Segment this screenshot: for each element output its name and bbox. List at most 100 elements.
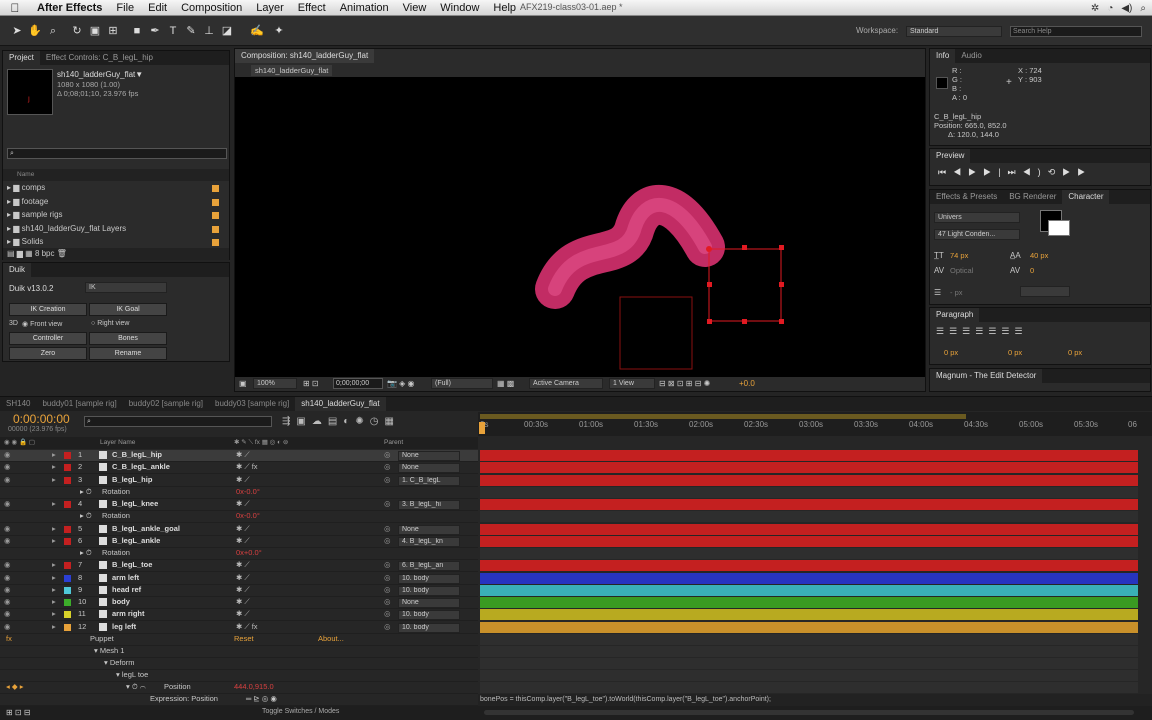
switches-icon[interactable]: ✱ ⟋ (236, 475, 250, 485)
pickwhip-icon[interactable]: ◎ (384, 536, 391, 545)
list-item[interactable]: ▸ ▆ sample rigs (3, 209, 229, 221)
expand-arrow-icon[interactable]: ▸ (52, 573, 56, 582)
pickwhip-icon[interactable]: ◎ (384, 573, 391, 582)
pickwhip-icon[interactable]: ◎ (384, 475, 391, 484)
column-name[interactable]: Name (17, 171, 34, 178)
layer-property-row[interactable]: ▸ ⏱ Rotation 0x-0.0° (0, 487, 478, 499)
comp-subtab[interactable]: sh140_ladderGuy_flat (251, 65, 333, 76)
property-track[interactable] (480, 658, 1138, 669)
visibility-icon[interactable]: ◉ (4, 499, 11, 508)
tracking-value[interactable]: 0 (1030, 266, 1034, 275)
pan-behind-tool-icon[interactable]: ⊞ (106, 24, 120, 38)
parent-select[interactable]: 10. body (398, 586, 460, 596)
stroke-mode-select[interactable] (1020, 286, 1070, 297)
layer-row[interactable]: ◉ ▸ 2 C_B_legL_ankle ✱ ⟋ fx ◎ None (0, 462, 478, 474)
zero-button[interactable]: Zero (9, 347, 87, 360)
layer-row[interactable]: ◉ ▸ 6 B_legL_ankle ✱ ⟋ ◎ 4. B_legL_kn (0, 536, 478, 548)
hide-shy-icon[interactable]: ☁ (312, 416, 328, 427)
menu-view[interactable]: View (396, 2, 434, 14)
bones-button[interactable]: Bones (89, 332, 167, 345)
visibility-icon[interactable]: ◉ (4, 609, 11, 618)
pickwhip-icon[interactable]: ◎ (384, 499, 391, 508)
tab-timeline-buddy03[interactable]: buddy03 [sample rig] (209, 397, 295, 411)
apple-icon[interactable]:  (0, 1, 30, 15)
font-family-select[interactable]: Univers (934, 212, 1020, 223)
auto-keyframe-icon[interactable]: ◷ (370, 416, 385, 427)
parent-select[interactable]: None (398, 598, 460, 608)
layer-name[interactable]: B_legL_hip (112, 475, 152, 484)
frame-blending-icon[interactable]: ▤ (328, 416, 343, 427)
layer-duration-bar[interactable] (480, 560, 1138, 571)
parent-select[interactable]: 10. body (398, 574, 460, 584)
property-track[interactable] (480, 634, 1138, 645)
timeline-zoom-slider[interactable] (484, 710, 1134, 715)
trash-icon[interactable]: 🗑 (57, 249, 67, 258)
visibility-icon[interactable]: ◉ (4, 450, 11, 459)
grid-icon[interactable]: ⊞ ⊡ (303, 379, 319, 388)
volume-icon[interactable]: ◀) (1121, 3, 1132, 14)
pickwhip-icon[interactable]: ◎ (384, 609, 391, 618)
visibility-icon[interactable]: ◉ (4, 622, 11, 631)
tab-info[interactable]: Info (930, 49, 956, 63)
menu-composition[interactable]: Composition (174, 2, 249, 14)
av-switch-icons[interactable]: ◉ ◉ 🔒 ▢ (4, 437, 35, 449)
brush-tool-icon[interactable]: ✎ (184, 24, 198, 38)
menu-effect[interactable]: Effect (291, 2, 333, 14)
reset-link[interactable]: Reset (234, 634, 254, 643)
menu-edit[interactable]: Edit (141, 2, 174, 14)
parent-select[interactable]: 10. body (398, 623, 460, 633)
handle-icon[interactable] (707, 282, 712, 287)
list-item[interactable]: ▸ ▆ Solids (3, 236, 229, 248)
camera-select[interactable]: Active Camera (529, 378, 603, 389)
layer-property-row[interactable]: ▸ ⏱ Rotation 0x+0.0° (0, 548, 478, 560)
tab-timeline-sh140[interactable]: SH140 (0, 397, 36, 411)
tab-magnum[interactable]: Magnum - The Edit Detector (930, 369, 1043, 383)
visibility-icon[interactable]: ◉ (4, 573, 11, 582)
search-icon[interactable]: ⌕ (1140, 3, 1146, 14)
handle-icon[interactable] (707, 319, 712, 324)
position-value[interactable]: 444.0,915.0 (234, 682, 274, 691)
menu-animation[interactable]: Animation (333, 2, 396, 14)
expand-arrow-icon[interactable]: ▸ (52, 462, 56, 471)
duik-mode-select[interactable]: IK (85, 282, 167, 293)
rectangle-tool-icon[interactable]: ■ (130, 24, 144, 38)
search-help-input[interactable]: Search Help (1010, 26, 1142, 37)
switches-icons[interactable]: ✱ ✎ ⟍ fx ▦ ◎ ◐ ⊚ (234, 437, 288, 449)
justify-center-icon[interactable]: ☰ (988, 326, 1001, 336)
stroke-color-swatch[interactable] (1048, 220, 1070, 236)
visibility-icon[interactable]: ◉ (4, 462, 11, 471)
parent-select[interactable]: None (398, 525, 460, 535)
switches-icon[interactable]: ✱ ⟋ fx (236, 622, 258, 632)
switches-icon[interactable]: ✱ ⟋ fx (236, 462, 258, 472)
about-link[interactable]: About... (318, 634, 344, 643)
layer-name[interactable]: C_B_legL_hip (112, 450, 162, 459)
label-swatch[interactable] (64, 526, 71, 533)
menu-help[interactable]: Help (486, 2, 523, 14)
layer-duration-bar[interactable] (480, 536, 1138, 547)
pickwhip-icon[interactable]: ◎ (384, 524, 391, 533)
timecode-field[interactable]: 0;00;00;00 (333, 378, 383, 389)
list-item[interactable]: ▸ ▆ footage (3, 196, 229, 208)
tab-audio[interactable]: Audio (955, 49, 987, 63)
expand-arrow-icon[interactable]: ▸ (52, 450, 56, 459)
label-swatch[interactable] (64, 611, 71, 618)
label-swatch[interactable] (212, 185, 219, 192)
loop-icon[interactable]: ⟲ (1048, 167, 1063, 177)
switches-icon[interactable]: ✱ ⟋ (236, 450, 250, 460)
kerning-value[interactable]: Optical (950, 266, 973, 275)
label-swatch[interactable] (64, 587, 71, 594)
region-icon[interactable]: ▣ (239, 379, 247, 388)
tab-timeline-ladderguy[interactable]: sh140_ladderGuy_flat (295, 397, 386, 411)
rotate-tool-icon[interactable]: ↻ (70, 24, 84, 38)
justify-all-icon[interactable]: ☰ (1014, 326, 1027, 336)
handle-icon[interactable] (779, 282, 784, 287)
layer-property-row[interactable]: ▾ Deform (0, 658, 478, 670)
label-swatch[interactable] (64, 562, 71, 569)
switches-icon[interactable]: ✱ ⟋ (236, 597, 250, 607)
property-value[interactable]: 0x+0.0° (236, 548, 262, 557)
leading-value[interactable]: 40 px (1030, 251, 1048, 260)
layer-name[interactable]: C_B_legL_ankle (112, 462, 170, 471)
camera-tool-icon[interactable]: ▣ (88, 24, 102, 38)
type-tool-icon[interactable]: T (166, 24, 180, 38)
switches-icon[interactable]: ✱ ⟋ (236, 585, 250, 595)
